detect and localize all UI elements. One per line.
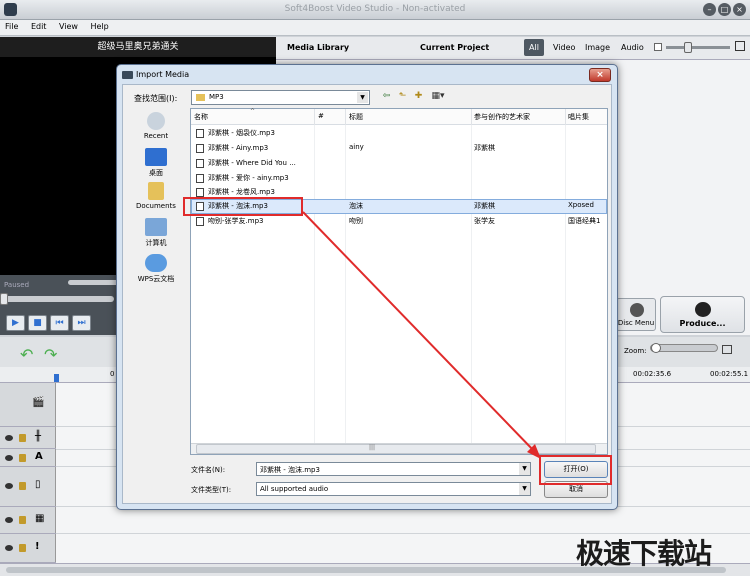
annotation-arrow	[302, 211, 541, 459]
watermark: 极速下载站	[576, 537, 712, 570]
